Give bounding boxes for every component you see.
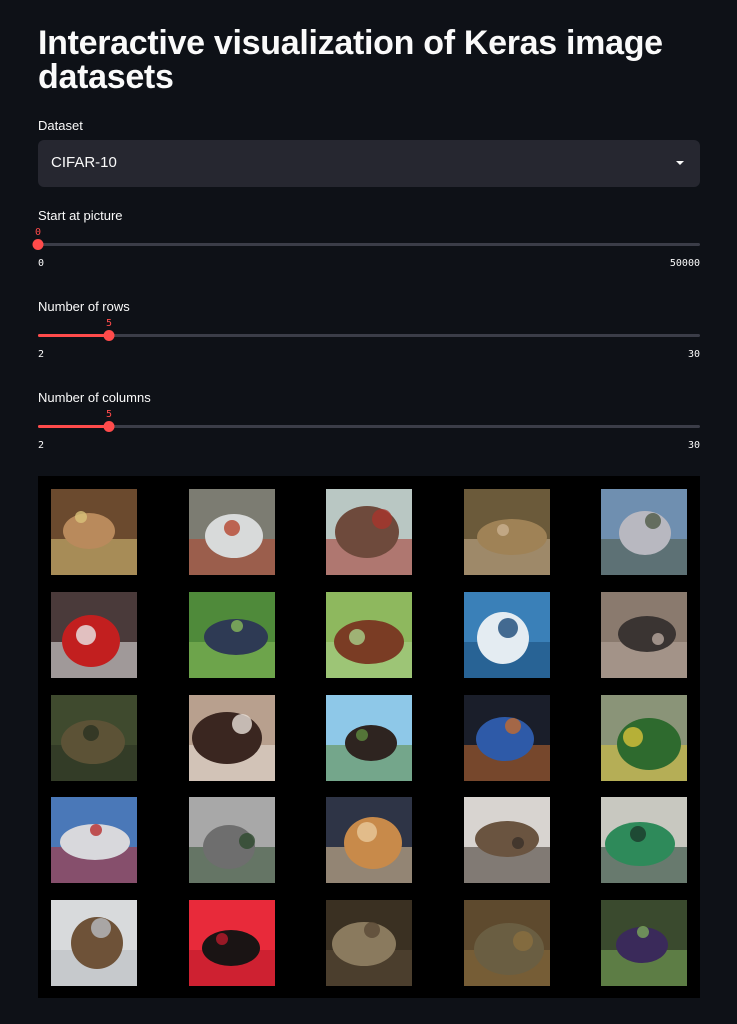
image-thumbnail-cat[interactable] [326,797,412,883]
image-thumbnail-dog[interactable] [189,900,275,986]
rows-slider-label: Number of rows [38,299,130,314]
rows-slider-value: 5 [105,318,113,329]
cols-slider-label: Number of columns [38,390,151,405]
image-thumbnail-ship[interactable] [464,592,550,678]
image-thumbnail-deer[interactable] [51,695,137,781]
start-slider-max: 50000 [669,258,700,269]
start-slider-track[interactable] [38,243,700,246]
image-thumbnail-automobile[interactable] [601,489,687,575]
image-thumbnail-horse[interactable] [326,695,412,781]
rows-slider-fill [38,334,109,337]
rows-slider-max: 30 [687,349,700,360]
image-thumbnail-frog[interactable] [464,900,550,986]
page-title: Interactive visualization of Keras image… [38,24,663,96]
image-thumbnail-automobile[interactable] [51,592,137,678]
start-slider-value: 0 [34,227,42,238]
start-slider-thumb[interactable] [32,239,44,250]
rows-slider-min: 2 [38,349,45,360]
dataset-selected-value: CIFAR-10 [51,154,117,171]
cols-slider[interactable]: 5 2 30 [38,409,700,469]
image-thumbnail-truck[interactable] [189,489,275,575]
start-slider[interactable]: 0 0 50000 [32,227,700,287]
chevron-down-icon[interactable] [676,161,684,165]
image-thumbnail-bird[interactable] [189,592,275,678]
image-thumbnail-bird[interactable] [601,900,687,986]
rows-slider-track[interactable] [38,334,700,337]
start-slider-label: Start at picture [38,208,123,223]
rows-slider-thumb[interactable] [103,330,115,341]
image-thumbnail-truck[interactable] [51,797,137,883]
cols-slider-max: 30 [687,440,700,451]
image-thumbnail-cat[interactable] [601,592,687,678]
image-thumbnail-bird[interactable] [464,797,550,883]
image-grid [38,476,700,998]
cols-slider-track[interactable] [38,425,700,428]
dataset-select[interactable]: CIFAR-10 [38,140,700,187]
cols-slider-value: 5 [105,409,113,420]
image-thumbnail-horse[interactable] [326,592,412,678]
start-slider-min: 0 [38,258,45,269]
cols-slider-fill [38,425,109,428]
dataset-label: Dataset [38,118,83,133]
cols-slider-min: 2 [38,440,45,451]
image-thumbnail-deer[interactable] [51,900,137,986]
image-thumbnail-frog[interactable] [51,489,137,575]
rows-slider[interactable]: 5 2 30 [38,318,700,378]
image-thumbnail-truck[interactable] [601,695,687,781]
image-thumbnail-truck[interactable] [326,489,412,575]
cols-slider-thumb[interactable] [103,421,115,432]
image-thumbnail-deer[interactable] [464,489,550,575]
image-thumbnail-frog[interactable] [601,797,687,883]
image-thumbnail-frog[interactable] [326,900,412,986]
image-thumbnail-automobile[interactable] [189,797,275,883]
image-thumbnail-bird[interactable] [464,695,550,781]
image-thumbnail-horse[interactable] [189,695,275,781]
